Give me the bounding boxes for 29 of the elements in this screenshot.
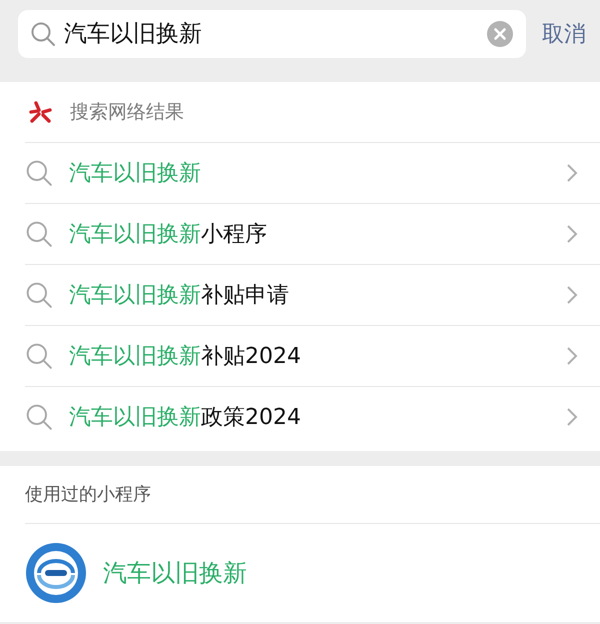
- section-title: 使用过的小程序: [25, 483, 151, 507]
- suggestion-row[interactable]: 汽车以旧换新补贴申请: [25, 264, 600, 325]
- search-icon: [25, 342, 53, 370]
- suggestion-text: 汽车以旧换新补贴2024: [69, 342, 302, 370]
- suggestion-text: 汽车以旧换新补贴申请: [69, 282, 290, 310]
- search-icon: [25, 159, 53, 187]
- clear-icon[interactable]: [486, 20, 514, 48]
- section-title: 搜索网络结果: [70, 100, 184, 125]
- mini-program-name: 汽车以旧换新: [103, 558, 247, 589]
- search-text: 汽车以旧换新: [64, 20, 203, 49]
- chevron-icon: [566, 346, 578, 366]
- chevron-icon: [566, 163, 578, 183]
- chevron-icon: [566, 224, 578, 244]
- search-icon: [25, 281, 53, 309]
- search-field[interactable]: 汽车以旧换新: [18, 10, 526, 58]
- chevron-icon: [566, 285, 578, 305]
- suggestion-row[interactable]: 汽车以旧换新政策2024: [25, 386, 600, 447]
- app-logo-icon: [25, 542, 87, 604]
- suggestion-row[interactable]: 汽车以旧换新补贴2024: [25, 325, 600, 386]
- cancel-button[interactable]: 取消: [542, 18, 586, 51]
- search-icon: [30, 21, 56, 47]
- suggestion-text: 汽车以旧换新小程序: [69, 220, 268, 248]
- suggestion-text: 汽车以旧换新: [69, 160, 202, 188]
- chevron-icon: [566, 407, 578, 427]
- suggestion-text: 汽车以旧换新政策2024: [69, 404, 302, 432]
- search-icon: [25, 220, 53, 248]
- star-logo-icon: [28, 100, 54, 124]
- search-icon: [25, 403, 53, 431]
- suggestion-row[interactable]: 汽车以旧换新小程序: [25, 203, 600, 264]
